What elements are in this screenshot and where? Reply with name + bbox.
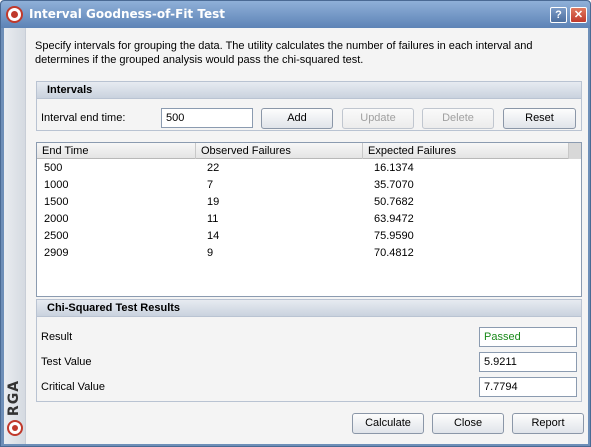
description-text: Specify intervals for grouping the data.… <box>35 40 533 66</box>
cell-observed: 22 <box>207 162 220 174</box>
cell-end-time: 2500 <box>44 230 69 242</box>
table-row[interactable]: 2500 14 75.9590 <box>37 228 581 245</box>
test-value-label: Test Value <box>41 356 92 368</box>
cell-expected: 50.7682 <box>374 196 414 208</box>
dialog-content: Specify intervals for grouping the data.… <box>26 28 588 444</box>
cell-expected: 16.1374 <box>374 162 414 174</box>
delete-button[interactable]: Delete <box>422 108 494 129</box>
table-header: End Time Observed Failures Expected Fail… <box>37 143 581 159</box>
close-button[interactable]: Close <box>432 413 504 434</box>
help-button[interactable]: ? <box>550 7 567 23</box>
cell-end-time: 500 <box>44 162 63 174</box>
cell-observed: 9 <box>207 247 214 259</box>
cell-expected: 75.9590 <box>374 230 414 242</box>
window-title: Interval Goodness-of-Fit Test <box>29 7 225 21</box>
report-button[interactable]: Report <box>512 413 584 434</box>
critical-value-field: 7.7794 <box>479 377 577 397</box>
end-time-input[interactable]: 500 <box>161 108 253 128</box>
table-row[interactable]: 500 22 16.1374 <box>37 160 581 177</box>
dialog-window: Interval Goodness-of-Fit Test ? ✕ RGA Sp… <box>0 0 591 447</box>
column-header-expected[interactable]: Expected Failures <box>363 143 569 159</box>
reset-button[interactable]: Reset <box>503 108 576 129</box>
intervals-panel: Intervals Interval end time: 500 Add Upd… <box>36 81 582 131</box>
table-row[interactable]: 1000 7 35.7070 <box>37 177 581 194</box>
chi-squared-panel: Chi-Squared Test Results Result Passed T… <box>36 299 582 402</box>
title-bar[interactable]: Interval Goodness-of-Fit Test ? ✕ <box>1 1 590 28</box>
calculate-button[interactable]: Calculate <box>352 413 424 434</box>
dialog-client: RGA Specify intervals for grouping the d… <box>4 28 588 444</box>
cell-observed: 19 <box>207 196 220 208</box>
cell-expected: 70.4812 <box>374 247 414 259</box>
update-button[interactable]: Update <box>342 108 414 129</box>
brand-strip: RGA <box>4 28 26 444</box>
result-field: Passed <box>479 327 577 347</box>
cell-expected: 63.9472 <box>374 213 414 225</box>
table-row[interactable]: 2909 9 70.4812 <box>37 245 581 262</box>
cell-expected: 35.7070 <box>374 179 414 191</box>
cell-end-time: 1000 <box>44 179 69 191</box>
cell-end-time: 1500 <box>44 196 69 208</box>
brand-logo-icon <box>7 420 23 436</box>
table-row[interactable]: 2000 11 63.9472 <box>37 211 581 228</box>
cell-observed: 14 <box>207 230 220 242</box>
chi-squared-header: Chi-Squared Test Results <box>37 300 581 317</box>
close-window-button[interactable]: ✕ <box>570 7 587 23</box>
critical-value-label: Critical Value <box>41 381 105 393</box>
intervals-table[interactable]: End Time Observed Failures Expected Fail… <box>36 142 582 297</box>
cell-end-time: 2909 <box>44 247 69 259</box>
column-header-observed[interactable]: Observed Failures <box>196 143 363 159</box>
table-row[interactable]: 1500 19 50.7682 <box>37 194 581 211</box>
test-value-field: 5.9211 <box>479 352 577 372</box>
cell-end-time: 2000 <box>44 213 69 225</box>
column-header-end-time[interactable]: End Time <box>37 143 196 159</box>
end-time-label: Interval end time: <box>41 112 126 124</box>
app-logo-icon <box>6 6 23 23</box>
brand-label: RGA <box>6 379 22 417</box>
cell-observed: 11 <box>207 213 219 225</box>
intervals-header: Intervals <box>37 82 581 99</box>
add-button[interactable]: Add <box>261 108 333 129</box>
header-filler <box>569 143 581 159</box>
cell-observed: 7 <box>207 179 214 191</box>
result-label: Result <box>41 331 73 343</box>
